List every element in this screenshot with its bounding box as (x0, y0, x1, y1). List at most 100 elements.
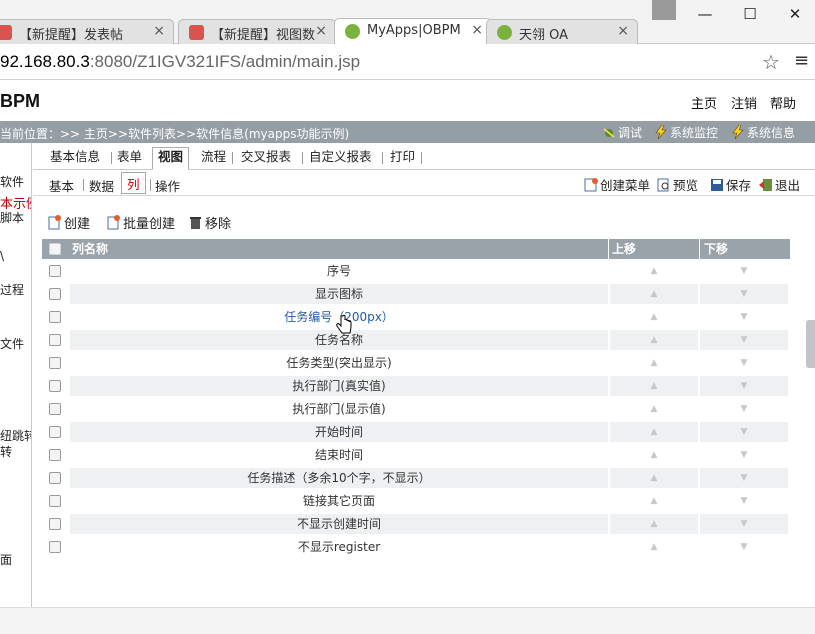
batch-create-button[interactable]: 批量创建 (107, 213, 175, 232)
browser-tab[interactable]: 天翎 OA × (486, 19, 638, 45)
move-up-icon[interactable]: ▲ (610, 261, 698, 281)
select-all-checkbox[interactable] (49, 243, 61, 255)
move-up-icon[interactable]: ▲ (610, 399, 698, 419)
exit-button[interactable]: 退出 (759, 175, 800, 194)
move-up-icon[interactable]: ▲ (610, 514, 698, 534)
column-name-cell[interactable]: 执行部门(显示值) (70, 399, 608, 419)
move-down-icon[interactable]: ▼ (700, 353, 788, 373)
move-down-icon[interactable]: ▼ (700, 330, 788, 350)
subtab-basic[interactable]: 基本 (49, 176, 74, 195)
maximize-icon[interactable]: ☐ (730, 0, 770, 28)
tab-workflow[interactable]: 流程 (196, 148, 231, 168)
move-down-icon[interactable]: ▼ (700, 422, 788, 442)
tab-print[interactable]: 打印 (385, 148, 420, 168)
nav-item[interactable]: 纽跳转 (0, 427, 31, 444)
remove-button[interactable]: 移除 (189, 213, 231, 232)
move-up-icon[interactable]: ▲ (610, 330, 698, 350)
close-tab-icon[interactable]: × (617, 23, 629, 39)
system-info-button[interactable]: 系统信息 (731, 124, 795, 141)
help-link[interactable]: 帮助 (770, 93, 796, 112)
close-tab-icon[interactable]: × (315, 23, 327, 39)
tab-cross-report[interactable]: 交叉报表 (236, 148, 296, 168)
create-menu-button[interactable]: 创建菜单 (584, 175, 650, 194)
move-up-icon[interactable]: ▲ (610, 468, 698, 488)
subtab-operations[interactable]: 操作 (155, 176, 180, 195)
row-checkbox[interactable] (49, 495, 61, 507)
system-monitor-button[interactable]: 系统监控 (654, 124, 718, 141)
nav-item[interactable]: 软件 (0, 173, 24, 190)
tab-custom-report[interactable]: 自定义报表 (304, 148, 377, 168)
close-tab-icon[interactable]: × (471, 22, 483, 38)
move-up-icon[interactable]: ▲ (610, 422, 698, 442)
side-panel-handle[interactable] (806, 320, 815, 368)
browser-tab[interactable]: 【新提醒】视图数 × (178, 19, 336, 45)
row-checkbox[interactable] (49, 380, 61, 392)
move-up-icon[interactable]: ▲ (610, 376, 698, 396)
move-down-icon[interactable]: ▼ (700, 514, 788, 534)
column-name-cell[interactable]: 序号 (70, 261, 608, 281)
nav-item[interactable]: 面 (0, 551, 12, 568)
move-up-icon[interactable]: ▲ (610, 491, 698, 511)
move-down-icon[interactable]: ▼ (700, 491, 788, 511)
move-down-icon[interactable]: ▼ (700, 468, 788, 488)
row-checkbox[interactable] (49, 518, 61, 530)
column-name-cell[interactable]: 执行部门(真实值) (70, 376, 608, 396)
move-down-icon[interactable]: ▼ (700, 537, 788, 557)
bookmark-star-icon[interactable]: ☆ (762, 50, 780, 74)
move-up-icon[interactable]: ▲ (610, 445, 698, 465)
tab-form[interactable]: 表单 (112, 148, 147, 168)
column-name-cell[interactable]: 不显示register (70, 537, 608, 557)
column-name-cell[interactable]: 链接其它页面 (70, 491, 608, 511)
browser-tab-active[interactable]: MyApps|OBPM × (334, 18, 492, 44)
minimize-icon[interactable]: — (685, 0, 725, 28)
tab-view[interactable]: 视图 (152, 147, 190, 170)
row-checkbox[interactable] (49, 288, 61, 300)
move-up-icon[interactable]: ▲ (610, 284, 698, 304)
row-checkbox[interactable] (49, 311, 61, 323)
profile-icon[interactable] (652, 0, 676, 20)
close-tab-icon[interactable]: × (153, 23, 165, 39)
browser-tab[interactable]: 【新提醒】发表帖 × (0, 19, 174, 45)
address-bar[interactable]: 92.168.80.3:8080/Z1IGV321IFS/admin/main.… (0, 44, 815, 80)
save-button[interactable]: 保存 (710, 175, 751, 194)
nav-item[interactable]: 过程 (0, 281, 24, 298)
column-name-cell[interactable]: 结束时间 (70, 445, 608, 465)
debug-button[interactable]: 调试 (602, 124, 642, 141)
move-down-icon[interactable]: ▼ (700, 445, 788, 465)
move-up-icon[interactable]: ▲ (610, 537, 698, 557)
nav-item[interactable]: \ (0, 249, 4, 263)
home-link[interactable]: 主页 (691, 93, 717, 112)
move-down-icon[interactable]: ▼ (700, 284, 788, 304)
move-down-icon[interactable]: ▼ (700, 376, 788, 396)
column-name-cell[interactable]: 不显示创建时间 (70, 514, 608, 534)
move-down-icon[interactable]: ▼ (700, 399, 788, 419)
nav-item[interactable]: 转 (0, 443, 12, 460)
browser-menu-icon[interactable]: ≡ (794, 50, 809, 71)
column-name-cell[interactable]: 任务类型(突出显示) (70, 353, 608, 373)
move-down-icon[interactable]: ▼ (700, 307, 788, 327)
row-checkbox[interactable] (49, 357, 61, 369)
column-name-cell[interactable]: 显示图标 (70, 284, 608, 304)
column-name-cell[interactable]: 任务描述（多余10个字，不显示） (70, 468, 608, 488)
logout-link[interactable]: 注销 (731, 93, 757, 112)
nav-item[interactable]: 文件 (0, 335, 24, 352)
row-checkbox[interactable] (49, 541, 61, 553)
column-name-cell[interactable]: 开始时间 (70, 422, 608, 442)
row-checkbox[interactable] (49, 403, 61, 415)
tab-basic-info[interactable]: 基本信息 (45, 148, 105, 168)
close-window-icon[interactable]: ✕ (775, 0, 815, 28)
move-down-icon[interactable]: ▼ (700, 261, 788, 281)
url-field[interactable]: 92.168.80.3:8080/Z1IGV321IFS/admin/main.… (0, 52, 360, 72)
subtab-data[interactable]: 数据 (89, 176, 114, 195)
subtab-columns[interactable]: 列 (121, 172, 146, 194)
row-checkbox[interactable] (49, 426, 61, 438)
move-up-icon[interactable]: ▲ (610, 353, 698, 373)
move-up-icon[interactable]: ▲ (610, 307, 698, 327)
nav-item[interactable]: 脚本 (0, 209, 24, 226)
create-button[interactable]: 创建 (48, 213, 90, 232)
row-checkbox[interactable] (49, 265, 61, 277)
preview-button[interactable]: 预览 (657, 175, 698, 194)
row-checkbox[interactable] (49, 334, 61, 346)
row-checkbox[interactable] (49, 472, 61, 484)
row-checkbox[interactable] (49, 449, 61, 461)
